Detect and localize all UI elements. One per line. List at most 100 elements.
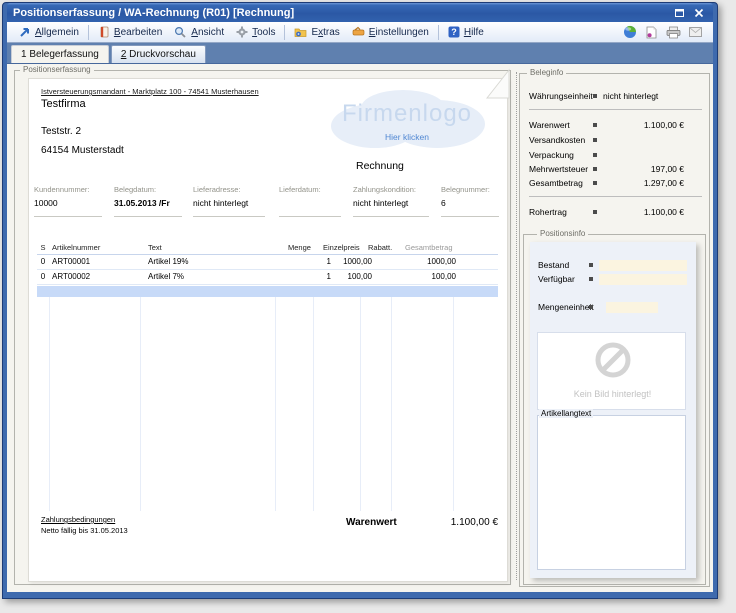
field-label: Belegdatum: [114, 185, 182, 194]
menu-item-extras[interactable]: Extras [288, 24, 345, 40]
beleginfo-row-warenwert: Warenwert 1.100,00 € [529, 120, 702, 132]
bullet-icon [589, 305, 593, 309]
article-image-box: Kein Bild hinterlegt! [537, 332, 686, 410]
address-city: 64154 Musterstadt [41, 145, 124, 156]
restore-icon [674, 8, 685, 18]
selected-empty-row[interactable] [37, 286, 498, 297]
field-lieferdatum[interactable]: Lieferdatum: [279, 185, 341, 217]
main-content: Positionserfassung Istversteuerungsmanda… [7, 63, 713, 592]
column-header-einzelpreis[interactable]: Einzelpreis [323, 243, 374, 252]
field-belegnummer[interactable]: Belegnummer: 6 [441, 185, 499, 217]
arrow-up-right-icon [19, 26, 31, 38]
column-header-rabatt[interactable]: Rabatt. [368, 243, 404, 252]
wrench-icon [352, 26, 365, 38]
invoice-page: Istversteuerungsmandant - Marktplatz 100… [28, 78, 508, 582]
field-label: Lieferdatum: [279, 185, 341, 194]
field-value[interactable]: nicht hinterlegt [193, 198, 265, 208]
svg-text:?: ? [451, 27, 457, 37]
field-label: Lieferadresse: [193, 185, 265, 194]
bullet-icon [593, 210, 597, 214]
zahlungsbedingungen-link[interactable]: Zahlungsbedingungen [41, 515, 115, 524]
menu-item-tools[interactable]: Tools [230, 24, 281, 40]
field-lieferadresse[interactable]: Lieferadresse: nicht hinterlegt [193, 185, 265, 217]
table-row[interactable]: 0 ART00002 Artikel 7% 1 100,00 100,00 [37, 270, 498, 285]
menu-item-label: Allgemein [35, 27, 79, 38]
panel-separator [516, 72, 517, 580]
document-icon[interactable] [644, 25, 659, 39]
bullet-icon [593, 123, 597, 127]
verfuegbar-value-field [599, 274, 687, 285]
menu-item-allgemein[interactable]: Allgemein [13, 24, 85, 40]
tab-label: 1 Belegerfassung [21, 49, 99, 60]
company-logo-placeholder[interactable]: Firmenlogo Hier klicken [325, 84, 489, 156]
close-button[interactable] [691, 6, 707, 19]
field-value[interactable]: nicht hinterlegt [353, 198, 429, 208]
beleginfo-group-label: Beleginfo [527, 68, 566, 77]
menu-item-label: Tools [252, 27, 275, 38]
beleginfo-row-rohertrag: Rohertrag 1.100,00 € [529, 207, 702, 219]
field-belegdatum[interactable]: Belegdatum: 31.05.2013 /Fr [114, 185, 182, 217]
logo-watermark-text: Firmenlogo [325, 100, 489, 128]
field-kundennummer[interactable]: Kundennummer: 10000 [34, 185, 102, 217]
restore-button[interactable] [671, 6, 687, 19]
menu-item-einstellungen[interactable]: Einstellungen [346, 24, 435, 40]
divider [529, 196, 702, 197]
field-label: Kundennummer: [34, 185, 102, 194]
printer-icon[interactable] [666, 25, 681, 39]
menu-item-ansicht[interactable]: Ansicht [168, 24, 230, 40]
divider [529, 109, 702, 110]
bullet-icon [593, 138, 597, 142]
toolbar-right [622, 25, 707, 39]
mandant-line[interactable]: Istversteuerungsmandant - Marktplatz 100… [41, 87, 259, 96]
bullet-icon [593, 167, 597, 171]
title-bar: Positionserfassung / WA-Rechnung (R01) [… [7, 3, 713, 22]
menu-separator [284, 25, 285, 40]
field-value[interactable]: 6 [441, 198, 499, 208]
beleginfo-row-waehrungseinheit: Währungseinheit nicht hinterlegt [529, 91, 702, 103]
close-icon [694, 8, 704, 18]
menu-item-label: Extras [311, 27, 339, 38]
menu-item-hilfe[interactable]: ? Hilfe [442, 24, 490, 40]
menu-item-bearbeiten[interactable]: Bearbeiten [92, 24, 168, 40]
field-zahlungskondition[interactable]: Zahlungskondition: nicht hinterlegt [353, 185, 429, 217]
mail-icon[interactable] [688, 25, 703, 39]
mengeneinheit-value-field [606, 302, 658, 313]
statistics-icon[interactable] [622, 25, 637, 39]
bullet-icon [589, 277, 593, 281]
menu-separator [88, 25, 89, 40]
column-header-artikelnummer[interactable]: Artikelnummer [52, 243, 147, 252]
column-header-text[interactable]: Text [148, 243, 278, 252]
menu-item-label: Ansicht [191, 27, 224, 38]
tab-belegerfassung[interactable]: 1 Belegerfassung [11, 45, 109, 63]
tab-druckvorschau[interactable]: 2 Druckvorschau [111, 45, 206, 63]
field-value[interactable]: 10000 [34, 198, 102, 208]
menu-item-label: Bearbeiten [114, 27, 162, 38]
bullet-icon [593, 153, 597, 157]
logo-click-hint[interactable]: Hier klicken [325, 132, 489, 142]
no-image-icon [594, 341, 632, 379]
column-header-s[interactable]: S [37, 243, 49, 252]
zahlungsbedingungen-text: Netto fällig bis 31.05.2013 [41, 526, 128, 535]
positionserfassung-group-label: Positionserfassung [20, 65, 94, 74]
folder-gear-icon [294, 26, 307, 38]
tab-label: 2 Druckvorschau [121, 49, 196, 60]
field-value[interactable]: 31.05.2013 /Fr [114, 198, 182, 208]
column-header-gesamtbetrag[interactable]: Gesamtbetrag [405, 243, 462, 252]
table-row[interactable]: 0 ART00001 Artikel 19% 1 1000,00 1000,00 [37, 255, 498, 270]
magnifier-icon [174, 26, 187, 38]
menu-item-label: Hilfe [464, 27, 484, 38]
app-window: Positionserfassung / WA-Rechnung (R01) [… [2, 2, 718, 599]
notebook-icon [98, 26, 110, 38]
help-icon: ? [448, 26, 460, 38]
positionsinfo-panel: Bestand Verfügbar Mengeneinheit Kein Bi [530, 242, 696, 578]
address-name: Testfirma [41, 98, 86, 110]
warenwert-footer-label: Warenwert [346, 517, 397, 528]
menu-item-label: Einstellungen [369, 27, 429, 38]
positionsinfo-row-verfuegbar: Verfügbar [538, 274, 688, 286]
beleginfo-row-versandkosten: Versandkosten [529, 135, 702, 147]
field-label: Zahlungskondition: [353, 185, 429, 194]
bullet-icon [593, 94, 597, 98]
artikellangtext-textarea[interactable] [537, 415, 686, 570]
beleginfo-row-mehrwertsteuer: Mehrwertsteuer 197,00 € [529, 164, 702, 176]
bestand-value-field [599, 260, 687, 271]
